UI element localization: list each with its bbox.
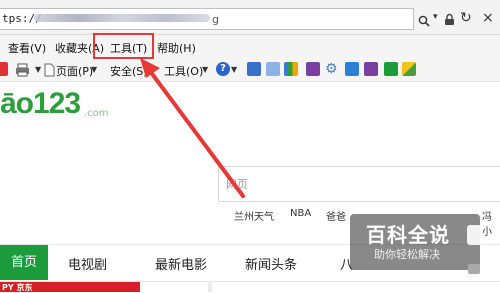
save-icon[interactable] (247, 62, 261, 76)
tools-highlight-box (93, 33, 154, 59)
print-dropdown-icon[interactable]: ▼ (35, 65, 41, 74)
page-menu-button[interactable]: 页面(P) (56, 63, 93, 79)
note-icon[interactable] (364, 62, 378, 76)
blue-tool-icon[interactable] (345, 62, 359, 76)
onenote-icon[interactable] (306, 62, 320, 76)
refresh-icon[interactable]: ↻ (460, 10, 472, 26)
books-icon[interactable] (284, 62, 298, 76)
tools-menu-button[interactable]: 工具(O) (164, 63, 203, 79)
quick-link[interactable]: NBA (290, 208, 311, 219)
page-icon (44, 62, 55, 81)
print-icon[interactable] (15, 62, 30, 81)
menu-help[interactable]: 帮助(H) (157, 40, 196, 56)
quick-link[interactable]: 爸爸 (326, 208, 346, 223)
lock-icon[interactable] (444, 11, 455, 30)
watermark-logo-icon (467, 225, 483, 245)
watermark-tail-icon (468, 264, 480, 274)
help-dropdown-icon[interactable]: ▼ (231, 65, 237, 74)
menu-view[interactable]: 查看(V) (8, 40, 46, 56)
address-dropdown-icon[interactable]: ▾ (433, 12, 438, 22)
safety-dropdown-icon[interactable]: ▼ (144, 65, 150, 74)
nav-tv-series[interactable]: 电视剧 (68, 254, 107, 273)
search-input[interactable] (218, 166, 500, 202)
safety-menu-button[interactable]: 安全(S) (110, 63, 148, 79)
jd-banner-text: PY 京东 (2, 283, 33, 292)
divider (208, 281, 212, 292)
feeds-icon[interactable] (0, 62, 8, 76)
search-icon[interactable] (418, 12, 430, 31)
logo-suffix: .com (84, 108, 109, 119)
nav-home[interactable]: 首页 (0, 245, 48, 280)
nav-new-movies[interactable]: 最新电影 (155, 254, 207, 273)
gear-icon[interactable]: ⚙ (325, 61, 338, 77)
blurred-url (34, 14, 210, 22)
quick-link[interactable]: 兰州天气 (234, 208, 274, 223)
window-icon[interactable] (266, 62, 280, 76)
stop-icon[interactable]: × (482, 10, 494, 26)
watermark-title: 百科全说 (366, 223, 450, 247)
site-logo[interactable]: āo123 (0, 87, 81, 121)
url-suffix: g (212, 13, 219, 26)
page-dropdown-icon[interactable]: ▼ (91, 65, 97, 74)
search-tab-web[interactable]: 网页 (226, 176, 248, 192)
extension-icon[interactable] (402, 62, 416, 76)
addon-icon[interactable] (384, 62, 398, 76)
help-icon[interactable]: ? (216, 62, 230, 76)
quick-link[interactable]: 冯小 (482, 208, 500, 238)
tools-dropdown-icon[interactable]: ▼ (202, 65, 208, 74)
watermark-subtitle: 助你轻松解决 (374, 248, 440, 261)
nav-headlines[interactable]: 新闻头条 (245, 254, 297, 273)
